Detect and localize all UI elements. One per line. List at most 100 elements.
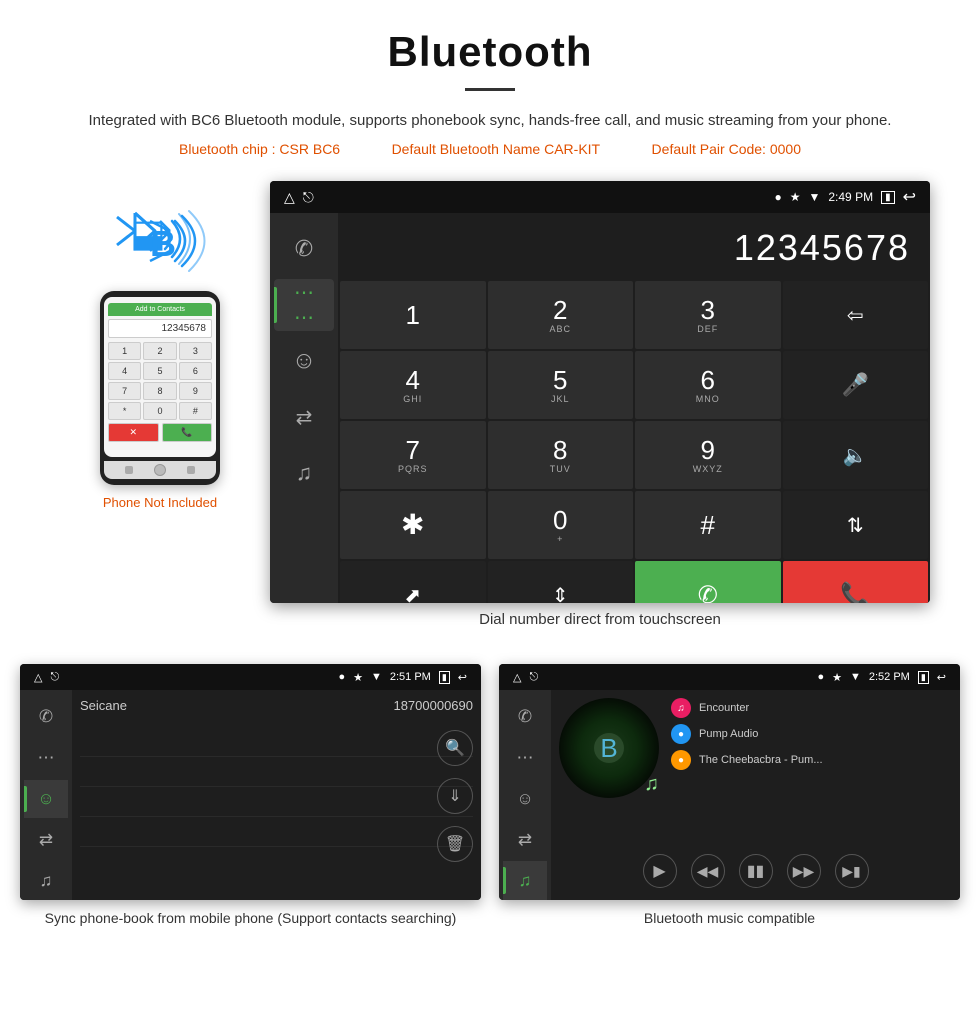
phone-key-8[interactable]: 8	[143, 382, 176, 400]
ms-music[interactable]: ♫	[503, 861, 547, 900]
ms-contacts[interactable]: ☺	[503, 780, 547, 819]
cs-contacts[interactable]: ☺	[24, 780, 68, 819]
ms-contacts-icon: ☺	[516, 789, 533, 809]
skip-end-btn[interactable]: ▶▮	[835, 854, 869, 888]
key-7[interactable]: 7PQRS	[340, 421, 486, 489]
key-9[interactable]: 9WXYZ	[635, 421, 781, 489]
phone-section: ⬓ B	[50, 181, 270, 510]
contacts-sidebar: ✆ ⋯ ☺ ⇄ ♫	[20, 690, 72, 900]
prev-btn[interactable]: ◀◀	[691, 854, 725, 888]
key-star[interactable]: ✱	[340, 491, 486, 559]
track-1-icon: ♫	[671, 698, 691, 718]
c-loc-icon: ●	[338, 671, 345, 683]
music-statusbar-left: △ ⎋	[513, 671, 538, 684]
key-8[interactable]: 8TUV	[488, 421, 634, 489]
music-statusbar-right: ● ★ ▼ 2:52 PM ▮ ↩	[817, 671, 946, 684]
m-loc-icon: ●	[817, 671, 824, 683]
ms-transfer[interactable]: ⇄	[503, 820, 547, 859]
m-wifi-icon: ▼	[850, 671, 861, 683]
c-battery-icon: ▮	[439, 671, 450, 684]
key-swap2[interactable]: ⇕	[488, 561, 634, 603]
bt-chip: Bluetooth chip : CSR BC6	[179, 141, 340, 157]
status-time: 2:49 PM	[828, 190, 873, 204]
key-call[interactable]: ✆	[635, 561, 781, 603]
contacts-content: ✆ ⋯ ☺ ⇄ ♫ Se	[20, 690, 481, 900]
m-home-icon: △	[513, 671, 521, 684]
c-time: 2:51 PM	[390, 671, 431, 683]
track-3-icon: ●	[671, 750, 691, 770]
key-3[interactable]: 3DEF	[635, 281, 781, 349]
sidebar-dialpad[interactable]: ⋯⋯	[274, 279, 334, 331]
key-mute[interactable]: 🎤	[783, 351, 929, 419]
contact-delete-btn[interactable]: 🗑	[437, 826, 473, 862]
music-statusbar: △ ⎋ ● ★ ▼ 2:52 PM ▮ ↩	[499, 664, 960, 690]
next-btn[interactable]: ▶▶	[787, 854, 821, 888]
phone-end-call[interactable]: ✕	[108, 423, 159, 442]
key-backspace[interactable]: ⇦	[783, 281, 929, 349]
bt-disc-icon: B	[600, 733, 617, 764]
sidebar-phone[interactable]: ✆	[274, 223, 334, 275]
car-statusbar: △ ⎋ ● ★ ▼ 2:49 PM ▮ ↩	[270, 181, 930, 213]
phone-back-btn	[125, 466, 133, 474]
phone-key-5[interactable]: 5	[143, 362, 176, 380]
sidebar-contacts[interactable]: ☺	[274, 335, 334, 387]
ms-phone[interactable]: ✆	[503, 698, 547, 737]
phone-key-1[interactable]: 1	[108, 342, 141, 360]
music-icon: ♫	[296, 460, 313, 486]
sidebar-music[interactable]: ♫	[274, 447, 334, 499]
contacts-caption: Sync phone-book from mobile phone (Suppo…	[45, 908, 457, 929]
phone-key-3[interactable]: 3	[179, 342, 212, 360]
key-4[interactable]: 4GHI	[340, 351, 486, 419]
sidebar-transfer[interactable]: ⇄	[274, 391, 334, 443]
contact-header-row: Seicane 18700000690	[80, 698, 473, 719]
pause-btn[interactable]: ▮▮	[739, 854, 773, 888]
c-home-icon: △	[34, 671, 42, 684]
music-main: B ♫ ♫ Encounter ● Pump Audio	[551, 690, 960, 900]
key-hash[interactable]: #	[635, 491, 781, 559]
c-usb-icon: ⎋	[50, 671, 59, 684]
contact-search-btn[interactable]: 🔍	[437, 730, 473, 766]
bt-signal-area: ⬓ B	[110, 201, 210, 281]
play-btn[interactable]: ▶	[643, 854, 677, 888]
m-usb-icon: ⎋	[529, 671, 538, 684]
cs-phone[interactable]: ✆	[24, 698, 68, 737]
cs-music-icon: ♫	[40, 871, 53, 891]
phone-key-0[interactable]: 0	[143, 402, 176, 420]
c-back-icon: ↩	[458, 671, 467, 684]
ms-dialpad-icon: ⋯	[517, 748, 534, 768]
key-2[interactable]: 2ABC	[488, 281, 634, 349]
key-5[interactable]: 5JKL	[488, 351, 634, 419]
phone-key-9[interactable]: 9	[179, 382, 212, 400]
key-6[interactable]: 6MNO	[635, 351, 781, 419]
key-volume[interactable]: 🔈	[783, 421, 929, 489]
location-icon: ●	[774, 190, 781, 204]
key-1[interactable]: 1	[340, 281, 486, 349]
key-0[interactable]: 0+	[488, 491, 634, 559]
statusbar-left: △ ⎋	[284, 189, 314, 206]
ms-dialpad[interactable]: ⋯	[503, 739, 547, 778]
phone-call[interactable]: 📞	[162, 423, 213, 442]
phone-key-6[interactable]: 6	[179, 362, 212, 380]
phone-key-hash[interactable]: #	[179, 402, 212, 420]
cs-transfer[interactable]: ⇄	[24, 820, 68, 859]
phone-key-4[interactable]: 4	[108, 362, 141, 380]
track-2-icon: ●	[671, 724, 691, 744]
album-art: B ♫	[559, 698, 659, 798]
contacts-icon: ☺	[292, 347, 317, 375]
key-end[interactable]: 📞	[783, 561, 929, 603]
wifi-icon: ▼	[808, 190, 820, 204]
phone-key-2[interactable]: 2	[143, 342, 176, 360]
bt-status-icon: ★	[790, 190, 801, 204]
key-swap[interactable]: ⇅	[783, 491, 929, 559]
track-list: ♫ Encounter ● Pump Audio ● The Cheebacbr…	[671, 698, 952, 838]
car-dialpad-screen: △ ⎋ ● ★ ▼ 2:49 PM ▮ ↩ ✆	[270, 181, 930, 603]
key-up[interactable]: ⬈	[340, 561, 486, 603]
cs-music[interactable]: ♫	[24, 861, 68, 900]
subtitle-text: Integrated with BC6 Bluetooth module, su…	[60, 109, 920, 133]
phone-key-7[interactable]: 7	[108, 382, 141, 400]
c-bt-icon: ★	[353, 671, 363, 684]
phone-key-star[interactable]: *	[108, 402, 141, 420]
usb-icon: ⎋	[303, 189, 314, 206]
contact-download-btn[interactable]: ⇓	[437, 778, 473, 814]
cs-dialpad[interactable]: ⋯	[24, 739, 68, 778]
